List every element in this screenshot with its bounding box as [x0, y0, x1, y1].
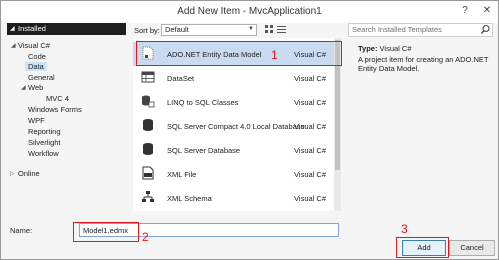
type-line: Type: Visual C#	[358, 44, 412, 53]
collapsed-caret-icon[interactable]: ▷	[10, 170, 15, 177]
linq-icon	[142, 95, 155, 108]
tree-item-data[interactable]: Data	[25, 62, 47, 71]
expand-caret-icon[interactable]: ◢	[10, 25, 15, 32]
template-row-sql-server-database[interactable]: SQL Server Database Visual C#	[133, 138, 334, 162]
add-new-item-dialog: Add New Item - MvcApplication1 ? ✕ ◢ Ins…	[0, 0, 499, 260]
dataset-icon	[141, 71, 155, 83]
xml-schema-icon	[142, 191, 154, 202]
template-type: Visual C#	[294, 194, 326, 203]
category-tree: ◢ Installed ◢ Visual C# Code Data Genera…	[7, 23, 126, 211]
tree-item-windows-forms[interactable]: Windows Forms	[28, 105, 82, 114]
annotation-number-1: 1	[271, 48, 278, 62]
template-row-sql-compact[interactable]: SQL Server Compact 4.0 Local Database Vi…	[133, 114, 334, 138]
search-templates-input[interactable]: Search Installed Templates	[348, 23, 493, 37]
tree-item-mvc4[interactable]: MVC 4	[46, 94, 69, 103]
tree-item-reporting[interactable]: Reporting	[28, 127, 61, 136]
tree-header-label: Installed	[18, 24, 46, 33]
close-button[interactable]: ✕	[479, 4, 495, 18]
search-placeholder: Search Installed Templates	[352, 25, 442, 34]
tree-item-code[interactable]: Code	[28, 52, 46, 61]
database-icon	[143, 119, 153, 131]
annotation-number-3: 3	[401, 222, 408, 236]
expand-caret-icon[interactable]: ◢	[21, 84, 26, 91]
tree-item-workflow[interactable]: Workflow	[28, 149, 59, 158]
template-row-linq-to-sql[interactable]: LINQ to SQL Classes Visual C#	[133, 90, 334, 114]
template-type: Visual C#	[294, 98, 326, 107]
tree-item-general[interactable]: General	[28, 73, 55, 82]
tree-item-visual-csharp[interactable]: Visual C#	[18, 41, 50, 50]
annotation-box-2	[73, 222, 139, 242]
template-name: LINQ to SQL Classes	[167, 98, 239, 107]
template-type: Visual C#	[294, 146, 326, 155]
chevron-down-icon: ▼	[248, 26, 254, 32]
annotation-box-3	[396, 237, 449, 258]
window-title: Add New Item - MvcApplication1	[177, 6, 322, 17]
tree-item-wpf[interactable]: WPF	[28, 116, 45, 125]
help-button[interactable]: ?	[457, 4, 473, 18]
database-icon	[143, 143, 153, 155]
expand-caret-icon[interactable]: ◢	[11, 42, 16, 49]
template-row-xml-schema[interactable]: XML Schema Visual C#	[133, 186, 334, 210]
template-row-xml-file[interactable]: XML File Visual C#	[133, 162, 334, 186]
template-name: SQL Server Compact 4.0 Local Database	[167, 122, 305, 131]
annotation-box-1	[136, 41, 342, 66]
annotation-number-2: 2	[142, 230, 149, 244]
template-name: DataSet	[167, 74, 195, 83]
template-type: Visual C#	[294, 170, 326, 179]
tree-header-installed[interactable]: ◢ Installed	[7, 23, 126, 35]
sort-bar: Sort by: Default ▼	[133, 23, 341, 37]
template-row-dataset[interactable]: DataSet Visual C#	[133, 66, 334, 90]
tree-item-silverlight[interactable]: Silverlight	[28, 138, 61, 147]
type-label: Type:	[358, 44, 378, 53]
template-type: Visual C#	[294, 74, 326, 83]
search-icon[interactable]	[480, 24, 491, 35]
sort-dropdown[interactable]: Default ▼	[161, 24, 257, 36]
template-description: A project item for creating an ADO.NET E…	[358, 55, 489, 73]
grid-view-icon[interactable]	[265, 25, 274, 34]
name-label: Name:	[10, 226, 33, 235]
template-type: Visual C#	[294, 122, 326, 131]
template-name: XML File	[167, 170, 197, 179]
xml-file-icon	[142, 166, 154, 180]
sort-label: Sort by:	[134, 26, 160, 35]
cancel-button[interactable]: Cancel	[449, 240, 495, 256]
list-view-icon[interactable]	[277, 25, 286, 34]
title-bar: Add New Item - MvcApplication1 ? ✕	[1, 1, 498, 23]
type-value: Visual C#	[379, 44, 412, 53]
tree-item-online[interactable]: Online	[18, 169, 40, 178]
template-name: XML Schema	[167, 194, 212, 203]
sort-value: Default	[165, 25, 189, 34]
tree-item-web[interactable]: Web	[28, 83, 43, 92]
template-name: SQL Server Database	[167, 146, 241, 155]
